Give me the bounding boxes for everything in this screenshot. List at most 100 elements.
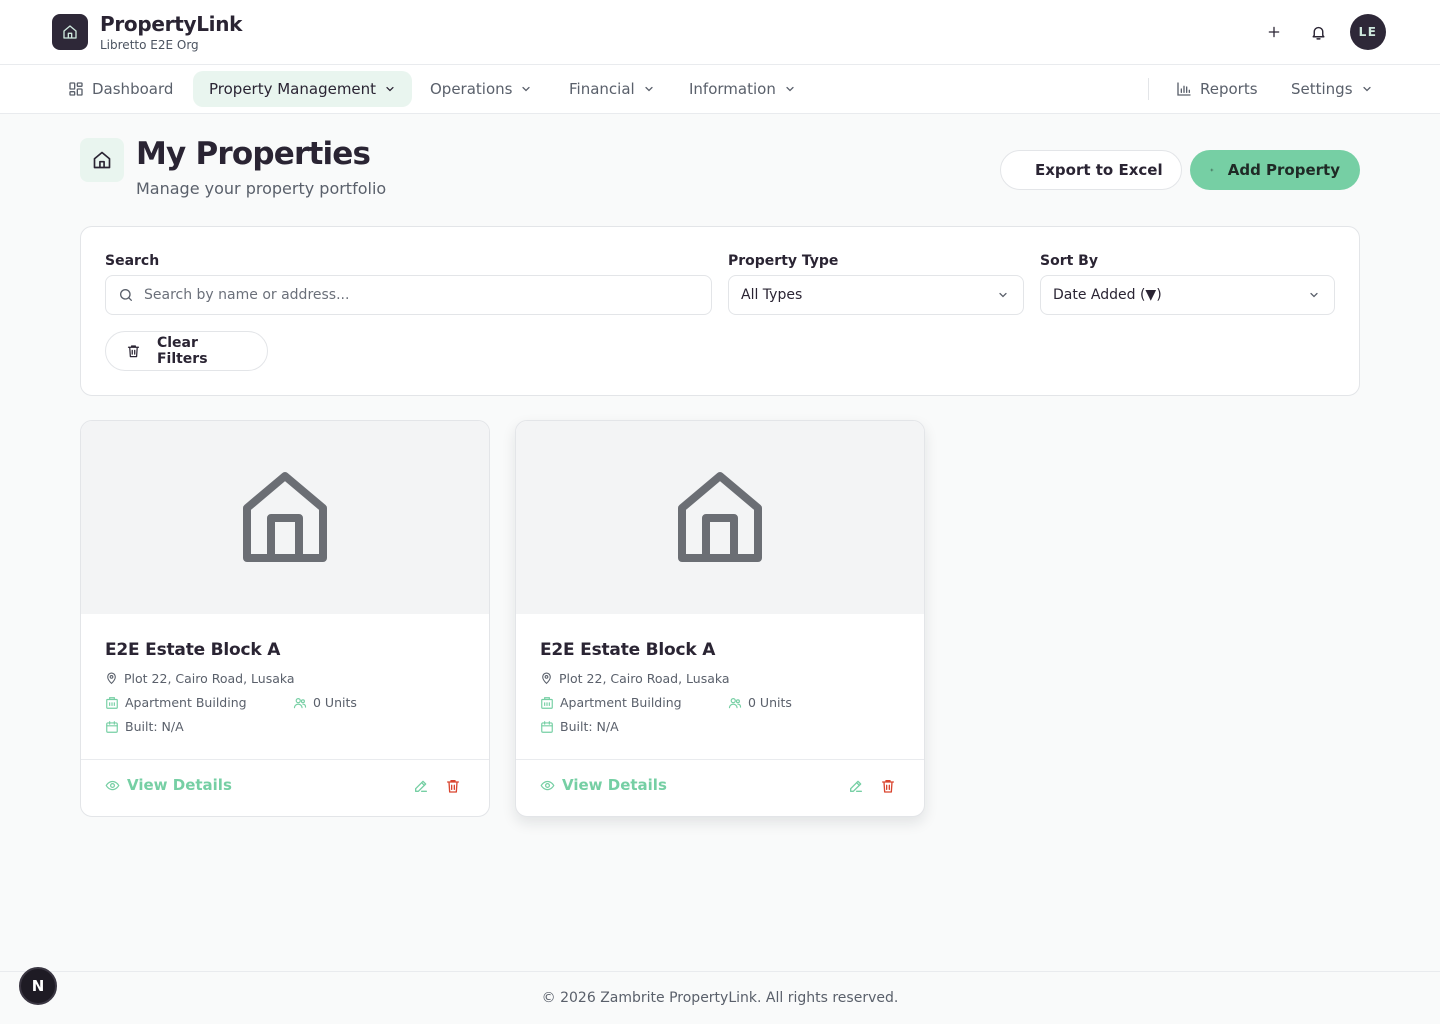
property-card[interactable]: E2E Estate Block A Plot 22, Cairo Road, … [515, 420, 925, 817]
edit-button[interactable] [411, 776, 431, 796]
property-built-text: Built: N/A [560, 719, 619, 734]
sort-by-select[interactable]: Date Added (▼) [1040, 275, 1335, 315]
property-built: Built: N/A [540, 719, 619, 734]
copyright-text: © 2026 Zambrite PropertyLink. All rights… [541, 990, 899, 1006]
home-icon [93, 151, 111, 169]
calendar-icon [541, 720, 553, 733]
property-address: Plot 22, Cairo Road, Lusaka [540, 671, 730, 686]
property-type-text: Apartment Building [125, 695, 247, 710]
view-details-link[interactable]: View Details [105, 776, 232, 794]
nav-financial-label: Financial [569, 80, 635, 98]
property-address-text: Plot 22, Cairo Road, Lusaka [559, 671, 730, 686]
nav-reports[interactable]: Reports [1160, 71, 1274, 107]
page-footer: © 2026 Zambrite PropertyLink. All rights… [0, 971, 1440, 1024]
property-type-text: Apartment Building [560, 695, 682, 710]
property-name: E2E Estate Block A [105, 640, 281, 660]
property-units: 0 Units [293, 695, 357, 710]
calendar-icon [106, 720, 118, 733]
brand-name[interactable]: PropertyLink [100, 12, 242, 36]
sort-by-value: Date Added (▼) [1053, 287, 1162, 303]
nav-information-label: Information [689, 80, 776, 98]
export-to-excel-label: Export to Excel [1035, 161, 1163, 179]
property-type-select[interactable]: All Types [728, 275, 1024, 315]
page-title: My Properties [136, 136, 371, 172]
eye-icon [540, 780, 555, 790]
sort-by-label: Sort By [1040, 253, 1098, 269]
chevron-down-icon [1310, 292, 1318, 298]
search-label: Search [105, 253, 160, 269]
view-details-label: View Details [127, 776, 232, 794]
user-avatar[interactable]: LE [1350, 14, 1386, 50]
property-type-label: Property Type [728, 253, 839, 269]
export-to-excel-button[interactable]: Export to Excel [1000, 150, 1182, 190]
nav-financial[interactable]: Financial [553, 71, 671, 107]
edit-icon [415, 780, 427, 792]
view-details-label: View Details [562, 776, 667, 794]
building-icon [541, 696, 553, 709]
top-header: PropertyLink Libretto E2E Org LE [0, 0, 1440, 65]
nav-settings[interactable]: Settings [1275, 71, 1389, 107]
plus-icon [1210, 168, 1214, 172]
grid-icon [69, 82, 83, 96]
chevron-down-icon [645, 86, 653, 92]
bell-icon[interactable] [1306, 20, 1330, 44]
users-icon [728, 697, 742, 708]
property-image-placeholder [81, 421, 489, 614]
page-subtitle: Manage your property portfolio [136, 179, 387, 198]
add-property-button[interactable]: Add Property [1190, 150, 1360, 190]
search-field[interactable] [105, 275, 712, 315]
page-icon [80, 138, 124, 182]
nav-dashboard-label: Dashboard [92, 80, 174, 98]
property-units-text: 0 Units [313, 695, 357, 710]
search-input[interactable] [144, 287, 684, 303]
property-address: Plot 22, Cairo Road, Lusaka [105, 671, 295, 686]
chevron-down-icon [786, 86, 794, 92]
plus-icon[interactable] [1262, 20, 1286, 44]
view-details-link[interactable]: View Details [540, 776, 667, 794]
nav-divider [1148, 78, 1149, 100]
edit-icon [850, 780, 862, 792]
trash-icon [127, 345, 140, 358]
edit-button[interactable] [846, 776, 866, 796]
home-icon [243, 471, 327, 562]
brand-logo[interactable] [52, 14, 88, 50]
users-icon [293, 697, 307, 708]
search-icon [120, 289, 132, 301]
nav-settings-label: Settings [1291, 80, 1353, 98]
nav-operations[interactable]: Operations [414, 71, 548, 107]
nav-information[interactable]: Information [673, 71, 812, 107]
property-units: 0 Units [728, 695, 792, 710]
property-address-text: Plot 22, Cairo Road, Lusaka [124, 671, 295, 686]
trash-icon [882, 780, 894, 793]
chevron-down-icon [999, 292, 1007, 298]
property-built-text: Built: N/A [125, 719, 184, 734]
property-built: Built: N/A [105, 719, 184, 734]
nav-dashboard[interactable]: Dashboard [52, 71, 189, 107]
dev-tools-badge[interactable]: N [19, 967, 57, 1005]
nav-property-management[interactable]: Property Management [193, 71, 412, 107]
nav-operations-label: Operations [430, 80, 513, 98]
property-type: Apartment Building [540, 695, 682, 710]
eye-icon [105, 780, 120, 790]
filter-panel: Search Property Type All Types Sort By D… [80, 226, 1360, 396]
delete-button[interactable] [878, 776, 898, 796]
home-icon [63, 25, 77, 39]
card-divider [516, 759, 924, 760]
chevron-down-icon [522, 86, 531, 92]
property-type: Apartment Building [105, 695, 247, 710]
nav-property-management-label: Property Management [209, 80, 377, 98]
map-pin-icon [542, 672, 551, 685]
property-type-value: All Types [741, 287, 803, 303]
organization-name: Libretto E2E Org [100, 38, 199, 52]
property-card[interactable]: E2E Estate Block A Plot 22, Cairo Road, … [80, 420, 490, 817]
map-pin-icon [107, 672, 116, 685]
delete-button[interactable] [443, 776, 463, 796]
add-property-label: Add Property [1227, 161, 1340, 179]
property-name: E2E Estate Block A [540, 640, 716, 660]
property-units-text: 0 Units [748, 695, 792, 710]
nav-reports-label: Reports [1200, 80, 1258, 98]
clear-filters-button[interactable]: Clear Filters [105, 331, 268, 371]
card-divider [81, 759, 489, 760]
trash-icon [447, 780, 459, 793]
chevron-down-icon [386, 86, 394, 92]
